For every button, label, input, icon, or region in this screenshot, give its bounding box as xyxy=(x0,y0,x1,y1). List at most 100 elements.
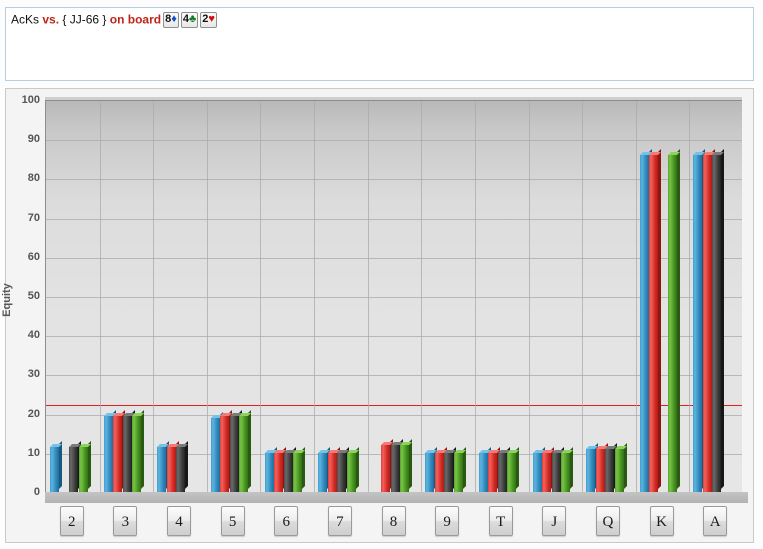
bar-face xyxy=(122,415,132,492)
x-tick-card-5[interactable]: 5 xyxy=(220,506,245,536)
bar-spades-3[interactable] xyxy=(122,409,135,492)
bar-diamonds-6[interactable] xyxy=(264,446,277,492)
bar-spades-Q[interactable] xyxy=(605,442,618,492)
bar-spades-4[interactable] xyxy=(176,440,189,492)
bar-hearts-9[interactable] xyxy=(434,446,447,492)
bar-face xyxy=(453,452,463,492)
bar-hearts-K[interactable] xyxy=(649,148,662,492)
bar-face xyxy=(561,452,571,492)
x-axis: 23456789TJQKA xyxy=(45,504,748,540)
bar-group xyxy=(639,100,682,492)
bar-face xyxy=(488,452,498,492)
x-tick-card-4[interactable]: 4 xyxy=(167,506,192,536)
bar-face xyxy=(400,444,410,492)
bar-group xyxy=(264,100,307,492)
bar-side xyxy=(302,446,306,489)
bar-diamonds-K[interactable] xyxy=(639,148,652,492)
bar-face xyxy=(346,452,356,492)
bar-spades-8[interactable] xyxy=(390,438,403,492)
x-tick-card-Q[interactable]: Q xyxy=(595,506,620,536)
bar-hearts-4[interactable] xyxy=(166,440,179,492)
bar-diamonds-9[interactable] xyxy=(425,446,438,492)
bar-side xyxy=(355,446,359,489)
x-tick-card-J[interactable]: J xyxy=(542,506,567,536)
bar-spades-J[interactable] xyxy=(551,446,564,492)
bar-clubs-Q[interactable] xyxy=(614,442,627,492)
bar-clubs-T[interactable] xyxy=(507,446,520,492)
bar-group xyxy=(425,100,467,492)
bar-face xyxy=(434,452,444,492)
bar-face xyxy=(220,415,230,492)
bar-face xyxy=(337,452,347,492)
bar-hearts-7[interactable] xyxy=(327,446,340,492)
x-tick-card-2[interactable]: 2 xyxy=(59,506,84,536)
x-gridline xyxy=(582,101,583,492)
bar-clubs-K[interactable] xyxy=(668,148,681,492)
bar-side xyxy=(623,442,627,489)
equity-chart-panel: Equity 0 10 20 30 40 50 60 70 80 90 100 23456789TJ… xyxy=(1,88,754,543)
bar-face xyxy=(113,415,123,492)
bar-hearts-3[interactable] xyxy=(113,409,126,492)
bar-face xyxy=(693,154,703,492)
bar-clubs-7[interactable] xyxy=(346,446,359,492)
bar-clubs-3[interactable] xyxy=(132,409,145,492)
bar-hearts-A[interactable] xyxy=(702,148,715,492)
bar-side xyxy=(59,440,63,489)
x-tick-card-A[interactable]: A xyxy=(703,506,728,536)
x-tick-card-3[interactable]: 3 xyxy=(113,506,138,536)
bar-hearts-J[interactable] xyxy=(542,446,555,492)
bar-hearts-T[interactable] xyxy=(488,446,501,492)
bar-spades-A[interactable] xyxy=(712,148,725,492)
bar-diamonds-A[interactable] xyxy=(693,148,706,492)
bar-hearts-5[interactable] xyxy=(220,409,233,492)
bar-diamonds-4[interactable] xyxy=(157,440,170,492)
bar-hearts-8[interactable] xyxy=(381,438,394,492)
y-tick-label: 10 xyxy=(27,446,40,459)
bar-side xyxy=(248,409,252,489)
bar-diamonds-5[interactable] xyxy=(210,411,223,492)
bar-face xyxy=(166,446,176,492)
bar-spades-6[interactable] xyxy=(283,446,296,492)
bar-diamonds-T[interactable] xyxy=(478,446,491,492)
x-tick-card-K[interactable]: K xyxy=(649,506,674,536)
bar-diamonds-Q[interactable] xyxy=(586,442,599,492)
bar-face xyxy=(425,452,435,492)
x-tick-card-T[interactable]: T xyxy=(488,506,513,536)
bar-clubs-J[interactable] xyxy=(561,446,574,492)
bar-diamonds-7[interactable] xyxy=(318,446,331,492)
bar-clubs-5[interactable] xyxy=(239,409,252,492)
x-gridline xyxy=(207,101,208,492)
x-tick-card-9[interactable]: 9 xyxy=(435,506,460,536)
bar-clubs-6[interactable] xyxy=(293,446,306,492)
diamond-icon: ♦ xyxy=(171,13,177,26)
bar-side xyxy=(677,148,681,489)
bar-clubs-8[interactable] xyxy=(400,438,413,492)
bar-face xyxy=(390,444,400,492)
x-gridline xyxy=(529,101,530,492)
bar-spades-2[interactable] xyxy=(69,440,82,492)
vs-label: vs. xyxy=(42,12,60,27)
bar-spades-9[interactable] xyxy=(444,446,457,492)
y-tick-label: 60 xyxy=(27,250,40,263)
x-tick-card-7[interactable]: 7 xyxy=(327,506,352,536)
bar-spades-5[interactable] xyxy=(229,409,242,492)
bar-face xyxy=(497,452,507,492)
x-gridline xyxy=(100,101,101,492)
bar-diamonds-J[interactable] xyxy=(532,446,545,492)
bar-spades-T[interactable] xyxy=(497,446,510,492)
bar-spades-7[interactable] xyxy=(337,446,350,492)
bar-diamonds-3[interactable] xyxy=(103,409,116,492)
bar-face xyxy=(532,452,542,492)
x-tick-card-8[interactable]: 8 xyxy=(381,506,406,536)
bar-clubs-2[interactable] xyxy=(78,440,91,492)
bar-diamonds-2[interactable] xyxy=(50,440,63,492)
bar-clubs-9[interactable] xyxy=(453,446,466,492)
bar-group xyxy=(693,100,735,492)
bar-hearts-Q[interactable] xyxy=(595,442,608,492)
bar-group xyxy=(532,100,575,492)
bar-face xyxy=(507,452,517,492)
y-tick-label: 0 xyxy=(33,486,40,498)
bar-side xyxy=(87,440,91,489)
x-tick-card-6[interactable]: 6 xyxy=(274,506,299,536)
bar-hearts-6[interactable] xyxy=(274,446,287,492)
